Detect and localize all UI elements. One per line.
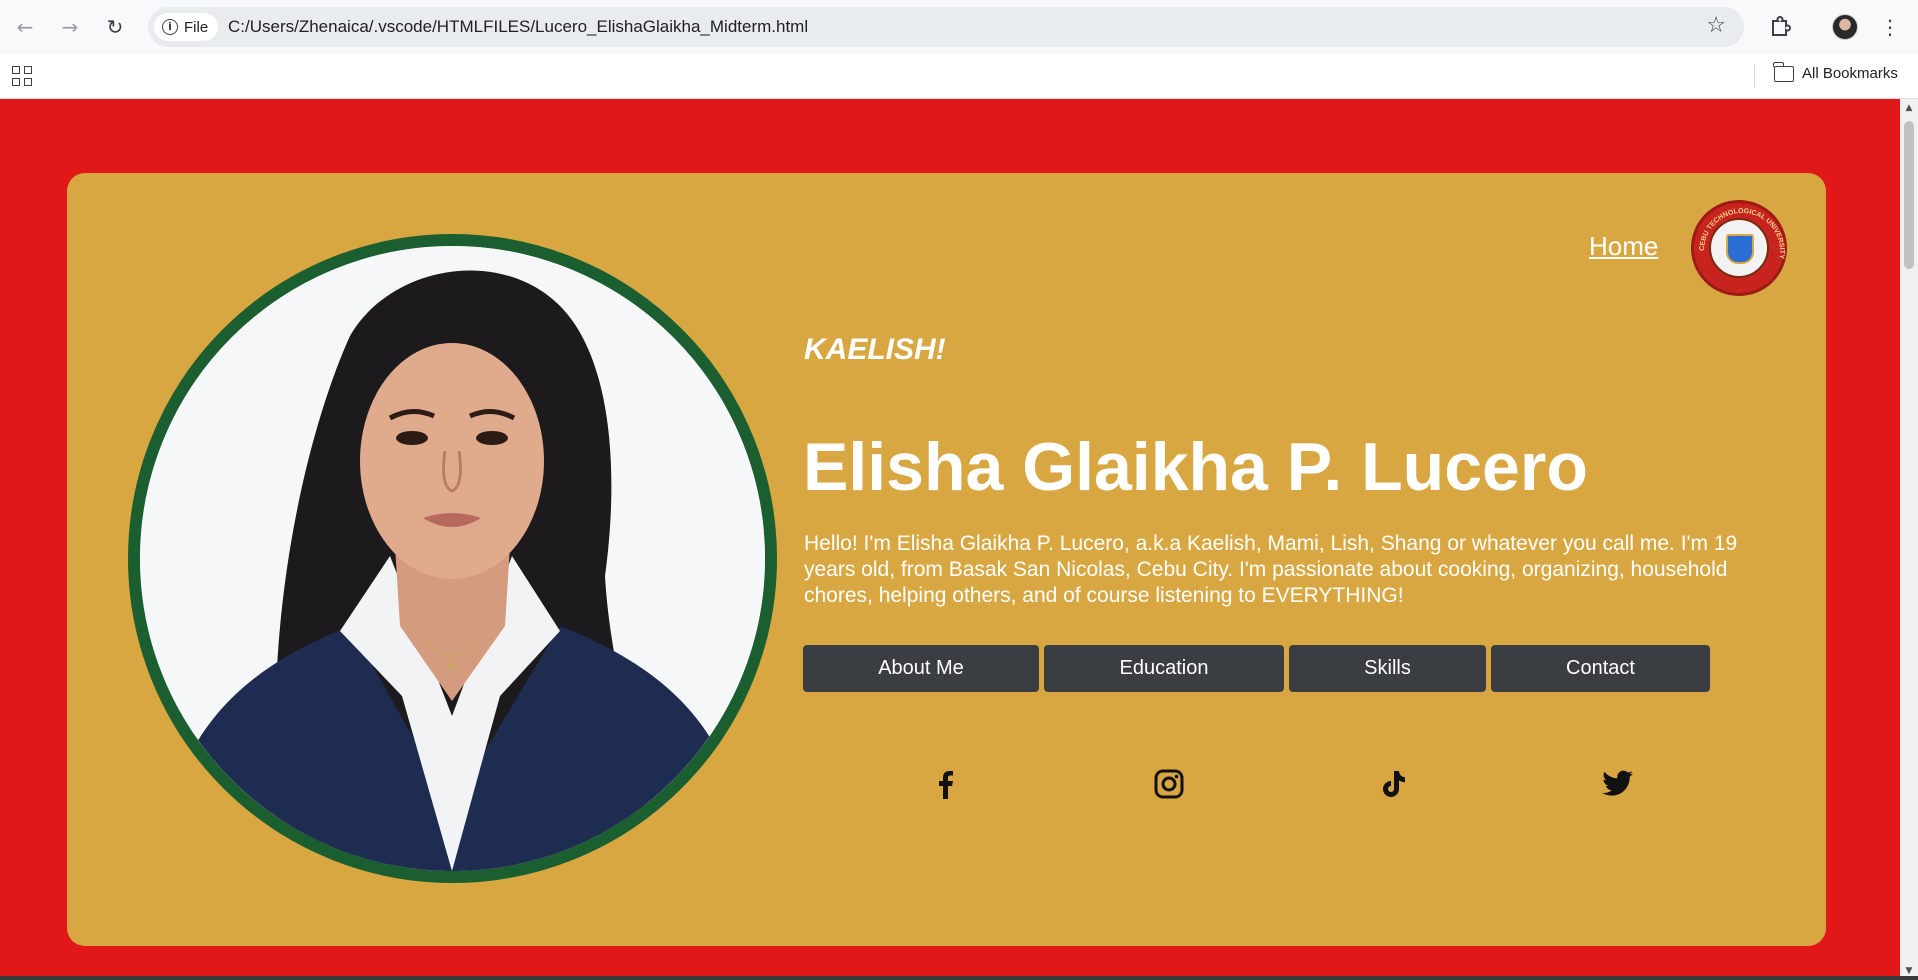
extensions-icon[interactable]: [1764, 12, 1794, 42]
university-logo: CEBU TECHNOLOGICAL UNIVERSITY: [1691, 200, 1787, 296]
bookmarks-divider: [1754, 64, 1755, 88]
page-title: Elisha Glaikha P. Lucero: [803, 429, 1588, 505]
folder-icon: [1773, 61, 1794, 82]
logo-ring-text: CEBU TECHNOLOGICAL UNIVERSITY: [1699, 208, 1785, 260]
bio-paragraph: Hello! I'm Elisha Glaikha P. Lucero, a.k…: [804, 532, 1738, 607]
about-me-button[interactable]: About Me: [803, 645, 1039, 692]
browser-toolbar: ← → ↻ i File C:/Users/Zhenaica/.vscode/H…: [0, 0, 1918, 54]
scroll-up-arrow-icon[interactable]: ▲: [1904, 103, 1914, 113]
bookmarks-bar: All Bookmarks: [0, 54, 1918, 99]
tiktok-icon[interactable]: [1377, 767, 1411, 801]
apps-grid-icon[interactable]: [12, 66, 32, 86]
skills-button[interactable]: Skills: [1289, 645, 1486, 692]
nickname-heading: KAELISH!: [804, 333, 946, 366]
scroll-down-arrow-icon[interactable]: ▼: [1904, 966, 1914, 976]
reload-icon[interactable]: ↻: [99, 11, 131, 43]
twitter-icon[interactable]: [1601, 767, 1635, 801]
section-nav: About Me Education Skills Contact: [803, 645, 1710, 692]
all-bookmarks-button[interactable]: All Bookmarks: [1773, 61, 1898, 82]
hero-card: Home CEBU TECHNOLOGICAL UNIVERSITY KAELI…: [67, 173, 1826, 946]
all-bookmarks-label: All Bookmarks: [1802, 65, 1898, 82]
kebab-menu-icon[interactable]: ⋮: [1880, 12, 1900, 42]
info-icon: i: [162, 19, 178, 35]
address-bar[interactable]: i File C:/Users/Zhenaica/.vscode/HTMLFIL…: [148, 7, 1744, 47]
logo-text: CEBU TECHNOLOGICAL UNIVERSITY: [1699, 208, 1785, 260]
page-scrollbar[interactable]: ▲ ▼: [1900, 99, 1918, 980]
instagram-icon[interactable]: [1152, 767, 1186, 801]
profile-photo-illustration: [140, 246, 765, 871]
star-icon[interactable]: ☆: [1706, 13, 1726, 38]
back-arrow-icon[interactable]: ←: [9, 11, 41, 43]
page-viewport: Home CEBU TECHNOLOGICAL UNIVERSITY KAELI…: [0, 99, 1900, 980]
url-text[interactable]: C:/Users/Zhenaica/.vscode/HTMLFILES/Luce…: [228, 17, 808, 37]
education-button[interactable]: Education: [1044, 645, 1284, 692]
forward-arrow-icon[interactable]: →: [54, 11, 86, 43]
contact-button[interactable]: Contact: [1491, 645, 1710, 692]
bottom-edge: [0, 976, 1918, 980]
facebook-icon[interactable]: [928, 767, 962, 801]
avatar[interactable]: [1832, 14, 1858, 40]
site-info-chip[interactable]: i File: [154, 13, 219, 41]
svg-text:CEBU TECHNOLOGICAL UNIVERSITY: CEBU TECHNOLOGICAL UNIVERSITY: [1699, 208, 1785, 260]
browser-chrome: ← → ↻ i File C:/Users/Zhenaica/.vscode/H…: [0, 0, 1918, 99]
file-chip-label: File: [184, 18, 209, 36]
profile-photo: [128, 234, 777, 883]
nav-home-link[interactable]: Home: [1589, 231, 1658, 262]
scroll-thumb[interactable]: [1904, 121, 1914, 269]
